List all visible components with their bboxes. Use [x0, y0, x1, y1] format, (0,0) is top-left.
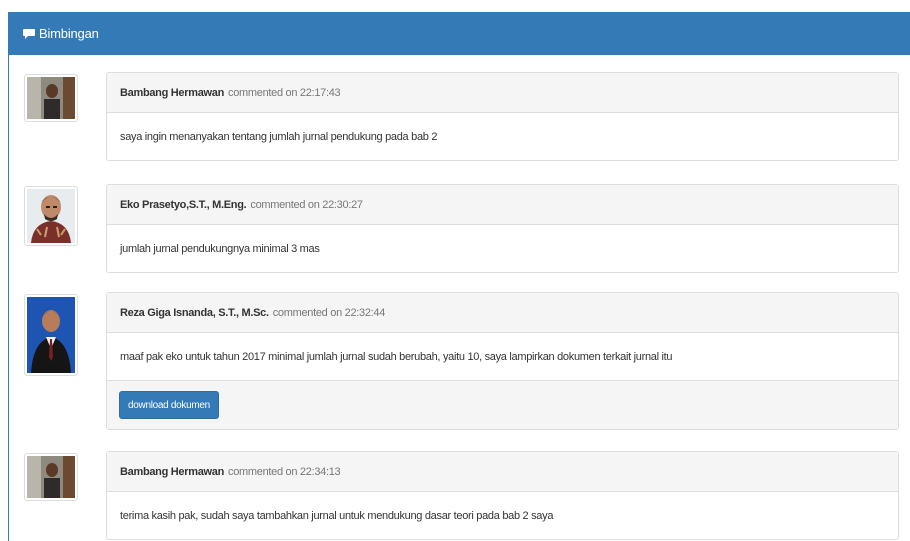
comment-card: Bambang Hermawan commented on 22:34:13 t…: [106, 451, 899, 540]
panel-heading: Bimbingan: [9, 12, 910, 55]
comment-timestamp: commented on 22:17:43: [228, 86, 341, 99]
comment-author[interactable]: Eko Prasetyo,S.T., M.Eng.: [120, 199, 247, 211]
avatar: [24, 74, 78, 122]
comment-header: Bambang Hermawan commented on 22:17:43: [107, 73, 898, 113]
comment-card: Reza Giga Isnanda, S.T., M.Sc. commented…: [106, 292, 899, 430]
avatar: [24, 294, 78, 376]
comment-icon: [22, 28, 36, 40]
comment-author[interactable]: Bambang Hermawan: [120, 466, 224, 478]
comment-timestamp: commented on 22:32:44: [272, 306, 386, 319]
comment-card: Eko Prasetyo,S.T., M.Eng. commented on 2…: [106, 184, 899, 273]
bimbingan-panel: Bimbingan Bambang Hermawan commented on …: [8, 12, 910, 541]
comment-author[interactable]: Reza Giga Isnanda, S.T., M.Sc.: [120, 307, 269, 319]
comment-author[interactable]: Bambang Hermawan: [120, 87, 224, 99]
comment-text: terima kasih pak, sudah saya tambahkan j…: [120, 509, 554, 522]
panel-title: Bimbingan: [39, 26, 99, 41]
download-document-button[interactable]: download dokumen: [119, 391, 219, 419]
comment-text: maaf pak eko untuk tahun 2017 minimal ju…: [120, 350, 673, 363]
comment-text: saya ingin menanyakan tentang jumlah jur…: [120, 130, 438, 143]
avatar: [24, 186, 78, 246]
comment-text: jumlah jurnal pendukungnya minimal 3 mas: [120, 242, 320, 255]
comment-timestamp: commented on 22:30:27: [250, 198, 363, 211]
comment-timestamp: commented on 22:34:13: [228, 465, 341, 478]
comment-header: Reza Giga Isnanda, S.T., M.Sc. commented…: [107, 293, 898, 333]
comment-card: Bambang Hermawan commented on 22:17:43 s…: [106, 72, 899, 161]
comment-header: Bambang Hermawan commented on 22:34:13: [107, 452, 898, 492]
comment-header: Eko Prasetyo,S.T., M.Eng. commented on 2…: [107, 185, 898, 225]
avatar: [24, 453, 78, 501]
comment-footer: download dokumen: [107, 380, 898, 429]
